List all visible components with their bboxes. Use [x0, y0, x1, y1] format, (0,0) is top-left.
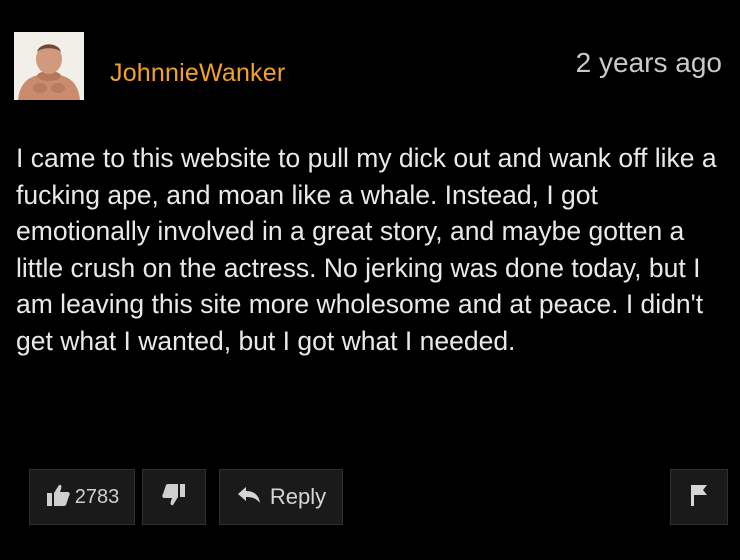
reply-label: Reply [269, 484, 327, 509]
reply-arrow-icon [236, 485, 262, 510]
thumbs-up-icon [45, 482, 71, 513]
timestamp: 2 years ago [575, 47, 722, 78]
comment-card: JohnnieWanker 2 years ago I came to this… [0, 0, 740, 560]
like-count: 2783 [74, 485, 120, 508]
dislike-button[interactable] [142, 469, 206, 525]
comment-text: I came to this website to pull my dick o… [16, 143, 717, 356]
username[interactable]: JohnnieWanker [110, 59, 285, 88]
flag-icon [687, 482, 711, 513]
avatar-image [14, 32, 84, 100]
reply-button[interactable]: Reply [219, 469, 343, 525]
thumbs-down-icon [161, 482, 187, 513]
avatar[interactable] [14, 32, 84, 100]
flag-button[interactable] [670, 469, 728, 525]
like-button[interactable]: 2783 [29, 469, 135, 525]
